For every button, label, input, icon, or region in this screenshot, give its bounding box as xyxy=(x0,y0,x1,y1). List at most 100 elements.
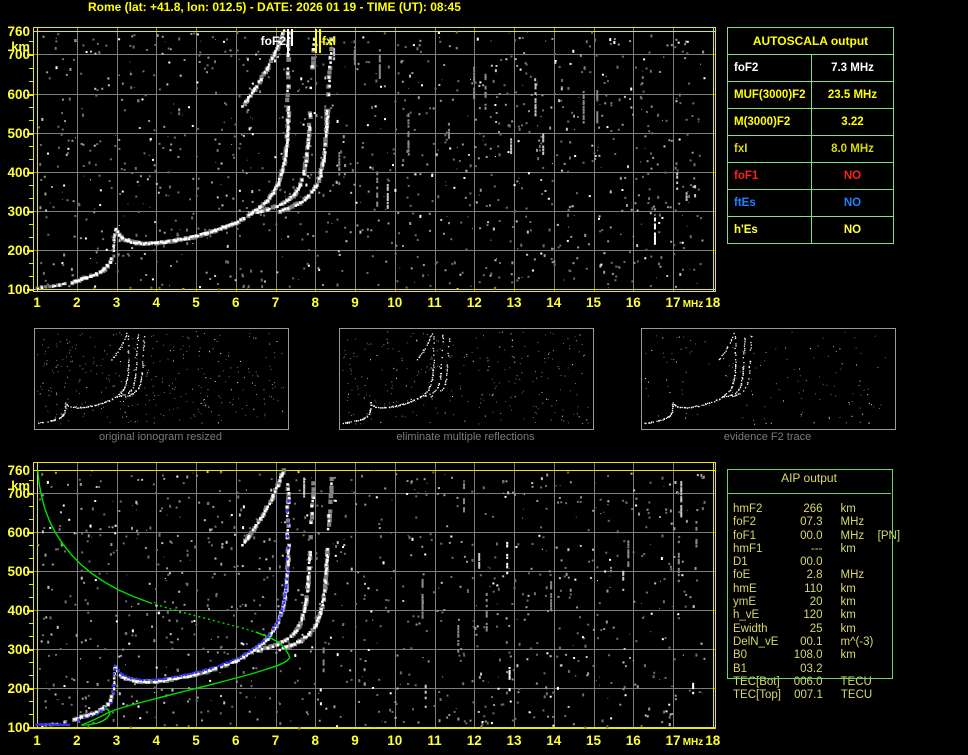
aip-value: 006.0 xyxy=(793,675,823,688)
x-axis-tick-label: 8 xyxy=(311,733,319,748)
autoscala-row: foF2 7.3 MHz xyxy=(728,55,893,82)
aip-value: 00.0 xyxy=(800,529,823,542)
x-axis-tick-label: 9 xyxy=(351,295,359,310)
aip-row: hmF1 --- km xyxy=(733,543,903,556)
aip-label: Ewidth xyxy=(733,622,768,635)
aip-label: D1 xyxy=(733,556,748,569)
aip-label: hmE xyxy=(733,582,757,595)
main-ionogram-plot xyxy=(27,27,717,293)
aip-value: 2.8 xyxy=(806,569,823,582)
x-axis-unit-label: MHz xyxy=(682,299,704,310)
x-axis-unit-label: MHz xyxy=(682,737,704,748)
autoscala-row: MUF(3000)F2 23.5 MHz xyxy=(728,82,893,109)
x-axis-tick-label: 2 xyxy=(72,295,81,310)
aip-row: Ewidth 25 km xyxy=(733,623,903,636)
aip-value: 120 xyxy=(803,609,823,622)
aip-unit xyxy=(841,556,878,569)
aip-label: TEC[Top] xyxy=(733,689,781,702)
autoscala-row-label: fxI xyxy=(728,136,812,162)
thumbnail-caption-evidence: evidence F2 trace xyxy=(723,431,812,443)
y-axis-tick-label: 600 xyxy=(7,86,30,102)
thumbnail-eliminate-reflections xyxy=(339,328,594,430)
aip-row: hmE 110 km xyxy=(733,583,903,596)
x-axis-tick-label: 3 xyxy=(112,295,121,310)
x-axis-tick-label: 8 xyxy=(311,295,319,310)
x-axis-tick-label: 9 xyxy=(351,733,359,748)
aip-extra xyxy=(878,689,903,702)
x-axis-tick-label: 11 xyxy=(427,295,442,310)
x-axis-tick-label: 10 xyxy=(387,295,403,310)
x-axis-tick-label: 7 xyxy=(271,295,280,310)
aip-extra xyxy=(878,649,903,662)
x-axis-tick-label: 12 xyxy=(466,733,482,748)
autoscala-row: M(3000)F2 3.22 xyxy=(728,109,893,136)
autoscala-row: foF1 NO xyxy=(728,163,893,190)
aip-label: DelN_vE xyxy=(733,635,779,648)
aip-unit: TECU xyxy=(840,675,872,688)
y-axis-unit-label: km xyxy=(11,39,30,54)
profile-ionogram-plot xyxy=(27,462,717,730)
y-axis-tick-label: 300 xyxy=(7,642,30,658)
fxi-marker-label: fxI xyxy=(322,34,337,48)
aip-value: 00.0 xyxy=(800,556,823,569)
aip-value: 108.0 xyxy=(793,649,823,662)
autoscala-row-label: MUF(3000)F2 xyxy=(728,82,812,108)
aip-label: B1 xyxy=(733,662,748,675)
thumbnail-original-ionogram xyxy=(34,328,289,430)
aip-unit: m^(-3) xyxy=(840,635,874,648)
aip-extra xyxy=(878,676,903,689)
aip-row: TEC[Top] 007.1 TECU xyxy=(733,689,903,702)
autoscala-table-title: AUTOSCALA output xyxy=(728,28,893,55)
aip-label: ymE xyxy=(733,596,756,609)
aip-unit: MHz xyxy=(840,569,865,582)
aip-row: foF1 00.0 MHz [PN] xyxy=(733,530,903,543)
aip-unit: km xyxy=(840,503,856,515)
page-title: Rome (lat: +41.8, lon: 012.5) - DATE: 20… xyxy=(88,0,461,14)
aip-label: hmF1 xyxy=(733,542,763,555)
aip-extra xyxy=(878,636,903,649)
x-axis-tick-label: 16 xyxy=(625,295,641,310)
y-axis-tick-label: 400 xyxy=(7,164,30,180)
x-axis-tick-label: 15 xyxy=(585,295,602,310)
y-axis-unit-label: km xyxy=(11,478,30,493)
x-axis-tick-label: 12 xyxy=(466,295,482,310)
thumbnail-evidence-canvas xyxy=(642,329,893,427)
aip-row: ymE 20 km xyxy=(733,596,903,609)
thumbnail-caption-original: original ionogram resized xyxy=(99,431,222,443)
aip-row: foF2 07.3 MHz xyxy=(733,516,903,529)
aip-extra xyxy=(878,583,903,596)
aip-row: foE 2.8 MHz xyxy=(733,569,903,582)
aip-label: hmF2 xyxy=(733,503,763,515)
aip-label: foF1 xyxy=(733,529,757,542)
aip-value: 25 xyxy=(809,622,823,635)
thumbnail-evidence-f2 xyxy=(641,328,896,430)
y-axis-tick-label: 400 xyxy=(7,603,30,619)
x-axis-tick-label: 11 xyxy=(427,733,442,748)
aip-table-title: AIP output xyxy=(781,471,837,485)
aip-value: 266 xyxy=(803,503,823,515)
thumbnail-original-canvas xyxy=(35,329,286,427)
x-axis-tick-label: 1 xyxy=(33,295,41,310)
y-axis-tick-label: 200 xyxy=(7,242,30,258)
y-axis-tick-label: 500 xyxy=(7,125,30,141)
aip-label: foE xyxy=(733,569,751,582)
y-axis-tick-label: 300 xyxy=(7,203,30,219)
aip-row: D1 00.0 xyxy=(733,556,903,569)
aip-extra xyxy=(878,609,903,622)
aip-value: 110 xyxy=(804,582,823,595)
aip-value: 20 xyxy=(809,596,823,609)
aip-row: DelN_vE 00.1 m^(-3) xyxy=(733,636,903,649)
autoscala-row: ftEs NO xyxy=(728,190,893,217)
aip-extra xyxy=(878,556,903,569)
x-axis-tick-label: 6 xyxy=(231,295,240,310)
autoscala-row-value: 3.22 xyxy=(841,116,864,128)
aip-extra xyxy=(878,596,903,609)
y-axis-tick-label: 200 xyxy=(7,681,30,697)
aip-table-divider xyxy=(727,493,891,494)
aip-unit: km xyxy=(840,542,856,555)
autoscala-output-table: AUTOSCALA output foF2 7.3 MHz MUF(3000)F2 2… xyxy=(727,27,894,244)
autoscala-row-value: NO xyxy=(843,197,862,209)
aip-row: B1 03.2 xyxy=(733,663,903,676)
aip-row: hmF2 266 km xyxy=(733,503,903,516)
aip-unit: km xyxy=(840,622,856,635)
